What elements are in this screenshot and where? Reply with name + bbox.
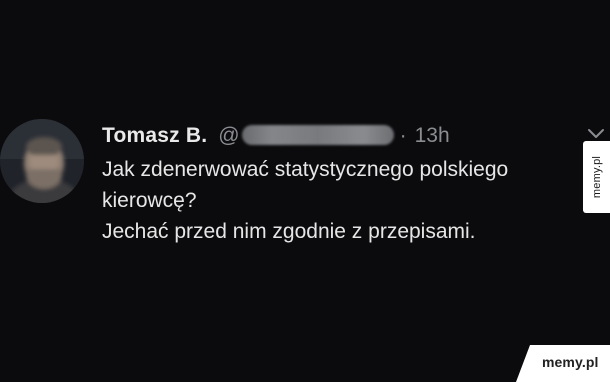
watermark-side: memy.pl <box>583 141 610 213</box>
handle-prefix: @ <box>218 124 240 147</box>
author-name[interactable]: Tomasz B. <box>102 124 207 148</box>
tweet-text-line: Jechać przed nim zgodnie z przepisami. <box>102 220 476 243</box>
tweet-text-line: kierowcę? <box>102 189 197 212</box>
timestamp[interactable]: 13h <box>415 124 450 148</box>
watermark-corner: memy.pl <box>516 345 610 382</box>
watermark-corner-label: memy.pl <box>542 354 599 370</box>
chevron-down-icon[interactable] <box>586 127 606 141</box>
tweet-header: Tomasz B. @ · 13h <box>102 122 450 150</box>
watermark-side-label: memy.pl <box>590 155 603 199</box>
dot-separator: · <box>399 124 407 147</box>
author-handle[interactable]: @ <box>218 124 394 148</box>
handle-redaction <box>241 125 394 145</box>
tweet-text-line: Jak zdenerwować statystycznego polskiego <box>102 158 509 181</box>
avatar[interactable] <box>0 119 84 203</box>
avatar-photo <box>0 119 84 203</box>
tweet-screen: Tomasz B. @ · 13h Jak zdenerwować statys… <box>0 0 610 382</box>
tweet-text: Jak zdenerwować statystycznego polskiego… <box>102 154 610 247</box>
